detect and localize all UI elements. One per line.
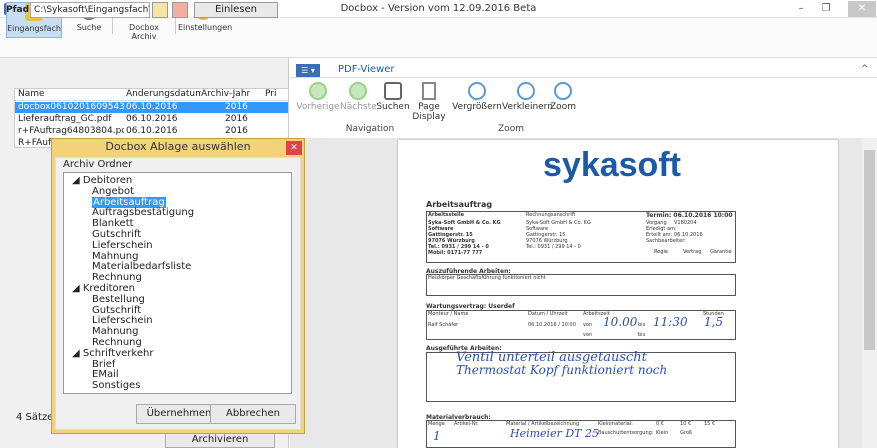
tree-group[interactable]: ◢ Kreditoren: [72, 283, 135, 294]
table-row[interactable]: docbox06102016095439.pdf 06.10.2016 2016: [15, 102, 288, 113]
tree-item[interactable]: Angebot: [92, 186, 134, 197]
col-year[interactable]: Archiv-Jahr: [201, 89, 263, 99]
pdf-page: sykasoft Arbeitsauftrag Arbeitsstelle Sy…: [398, 140, 838, 448]
zoom-button[interactable]: Zoom: [550, 82, 576, 112]
tree-item[interactable]: Mahnung: [92, 251, 138, 262]
folder-icon[interactable]: [152, 2, 168, 18]
settings-label: Einstellungen: [178, 23, 233, 32]
archive-folder-label: Archiv Ordner: [63, 159, 133, 170]
collapse-ribbon-icon[interactable]: ^: [861, 64, 869, 74]
tree-item[interactable]: Auftragsbestätigung: [92, 207, 194, 218]
binoculars-icon: [384, 82, 402, 100]
group-navigation: Navigation: [345, 124, 395, 134]
minimize-button[interactable]: –: [790, 1, 812, 17]
dialog-title: Docbox Ablage auswählen: [105, 140, 251, 153]
group-zoom: Zoom: [498, 124, 524, 134]
page-display-button[interactable]: Page Display: [410, 82, 448, 122]
col-name[interactable]: Name: [18, 89, 118, 99]
search-label: Suche: [76, 23, 102, 32]
scrollbar-thumb[interactable]: [864, 150, 875, 350]
tree-item[interactable]: Lieferschein: [92, 240, 153, 251]
table-row[interactable]: r+FAuftrag64803804.pdf 06.10.2016 2016: [15, 126, 288, 137]
tab-pdf-viewer[interactable]: PDF-Viewer: [338, 64, 395, 75]
tree-item[interactable]: Gutschrift: [92, 305, 141, 316]
tree-item[interactable]: Bestellung: [92, 294, 145, 305]
zoom-out-icon: [517, 82, 535, 100]
dialog-close-button[interactable]: ✕: [286, 141, 302, 155]
archive-label: Docbox Archiv: [129, 23, 159, 41]
menu-icon[interactable]: ☰ ▾: [296, 64, 320, 77]
table-header: Name Änderungsdatum Archiv-Jahr Pri: [15, 89, 288, 101]
einlesen-button[interactable]: Einlesen: [194, 2, 278, 18]
zoom-in-icon: [468, 82, 486, 100]
zoom-out-button[interactable]: Verkleinern: [502, 82, 553, 112]
record-count: 4 Sätze: [16, 412, 54, 423]
zoom-in-button[interactable]: Vergrößern: [452, 82, 502, 112]
path-input[interactable]: C:\Sykasoft\Eingangsfach\: [30, 2, 150, 18]
next-button[interactable]: Nächste: [340, 82, 377, 112]
close-button[interactable]: ✕: [848, 1, 876, 17]
arrow-down-icon: [349, 82, 367, 100]
maximize-button[interactable]: ❐: [815, 1, 837, 17]
tree-group[interactable]: ◢ Debitoren: [72, 175, 132, 186]
tree-item[interactable]: Lieferschein: [92, 315, 153, 326]
previous-button[interactable]: Vorherige: [296, 82, 340, 112]
sykasoft-logo: sykasoft: [543, 146, 681, 184]
arrow-up-icon: [309, 82, 327, 100]
tool-icon[interactable]: [172, 2, 188, 18]
col-pri[interactable]: Pri: [265, 89, 285, 99]
folder-tree: ◢ Debitoren Angebot Arbeitsauftrag Auftrags…: [63, 172, 292, 394]
table-row[interactable]: Lieferauftrag_GC.pdf 06.10.2016 2016: [15, 114, 288, 125]
tree-item[interactable]: Blankett: [92, 218, 134, 229]
tree-group[interactable]: ◢ Schriftverkehr: [72, 348, 153, 359]
col-date[interactable]: Änderungsdatum: [126, 89, 201, 99]
cancel-button[interactable]: Abbrechen: [210, 404, 296, 424]
tree-item[interactable]: Rechnung: [92, 272, 142, 283]
zoom-icon: [554, 82, 572, 100]
path-label: Pfad: [6, 5, 30, 15]
inbox-label: Eingangsfach: [7, 24, 61, 33]
doc-title: Arbeitsauftrag: [426, 200, 493, 209]
tree-item[interactable]: Gutschrift: [92, 229, 141, 240]
find-button[interactable]: Suchen: [376, 82, 410, 112]
tree-item[interactable]: Brief: [92, 359, 115, 370]
tree-item[interactable]: EMail: [92, 369, 119, 380]
archivieren-button[interactable]: Archivieren: [165, 432, 275, 448]
tree-item[interactable]: Materialbedarfsliste: [92, 261, 191, 272]
tree-item[interactable]: Rechnung: [92, 337, 142, 348]
tree-item[interactable]: Sonstiges: [92, 380, 140, 391]
page-icon: [422, 82, 436, 100]
tree-item[interactable]: Arbeitsauftrag: [92, 196, 166, 208]
tree-item[interactable]: Mahnung: [92, 326, 138, 337]
